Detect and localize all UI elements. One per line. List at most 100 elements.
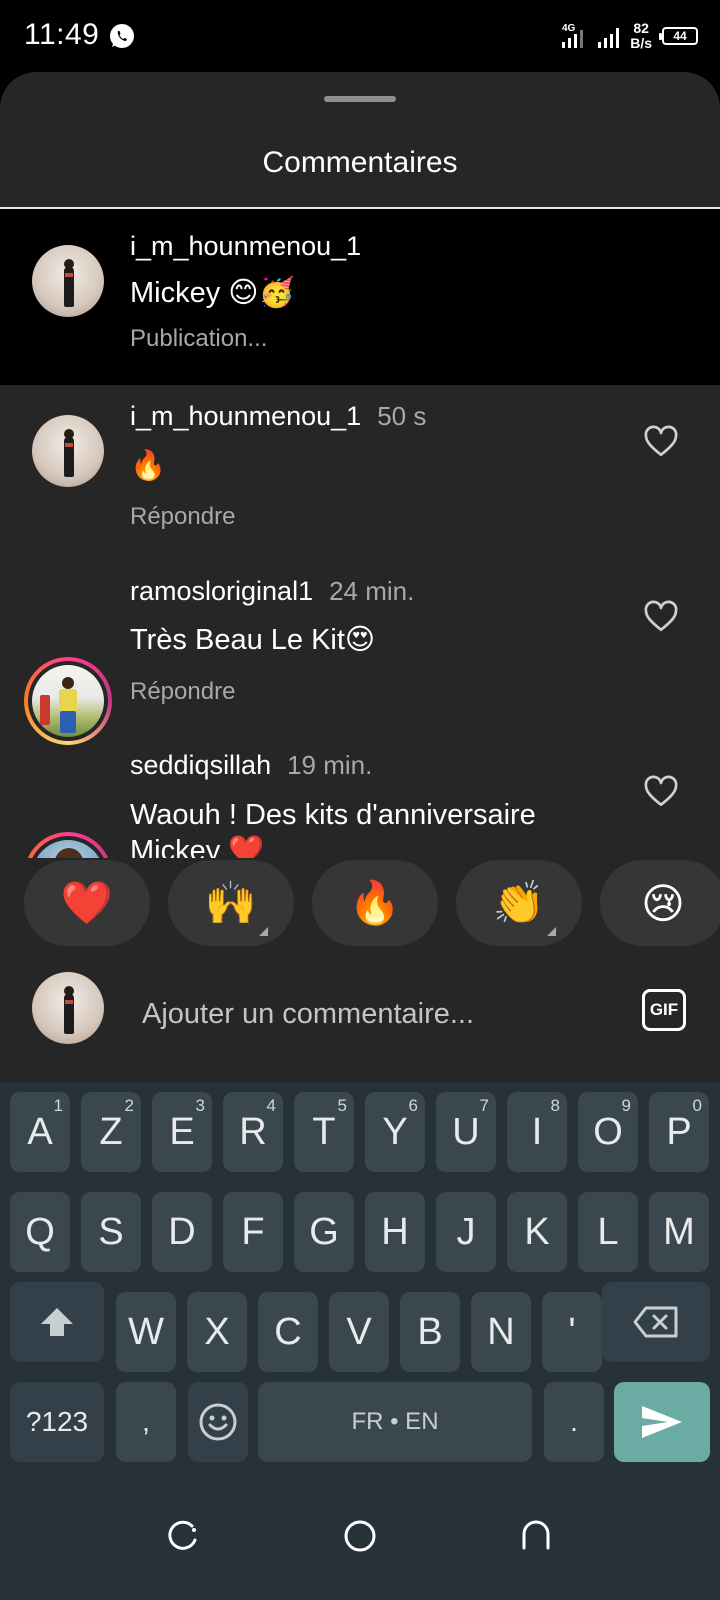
comment-username[interactable]: i_m_hounmenou_1 50 s: [130, 401, 426, 432]
letter-key[interactable]: H: [365, 1192, 425, 1272]
shift-icon: [41, 1308, 73, 1336]
comment-text: Très Beau Le Kit😍: [130, 624, 376, 656]
story-ring[interactable]: [24, 657, 112, 745]
network-type: 4G: [562, 23, 576, 34]
drag-handle[interactable]: [324, 96, 396, 102]
letter-key[interactable]: J: [436, 1192, 496, 1272]
key-number-hint: 9: [621, 1096, 631, 1115]
key-number-hint: 6: [408, 1096, 418, 1115]
letter-key[interactable]: ': [542, 1292, 602, 1372]
smiley-icon: [199, 1403, 237, 1441]
comma-key[interactable]: ,: [116, 1382, 176, 1462]
comment-username[interactable]: seddiqsillah 19 min.: [130, 750, 372, 781]
comment-text: 🔥: [130, 450, 167, 482]
letter-key[interactable]: W: [116, 1292, 176, 1372]
key-label: J: [456, 1210, 476, 1253]
battery-icon: 44: [659, 27, 698, 45]
sheet-title: Commentaires: [262, 146, 458, 179]
system-nav-bar: [0, 1482, 720, 1600]
backspace-key[interactable]: [602, 1282, 710, 1362]
gif-button[interactable]: GIF: [642, 989, 686, 1031]
key-label: U: [452, 1110, 480, 1153]
reply-button[interactable]: Répondre: [130, 678, 235, 706]
reaction-clap[interactable]: 👏: [456, 860, 582, 946]
status-bar: 11:49 4G 82 B/s 44: [0, 0, 720, 72]
key-label: E: [169, 1110, 195, 1153]
like-heart-icon[interactable]: [643, 599, 679, 635]
key-label: Q: [25, 1210, 55, 1253]
avatar[interactable]: [32, 245, 104, 317]
variant-indicator-icon: [259, 927, 268, 936]
key-label: ': [568, 1310, 576, 1353]
emoji-key[interactable]: [188, 1382, 248, 1462]
symbols-key[interactable]: ?123: [10, 1382, 104, 1462]
space-key[interactable]: FR • EN: [258, 1382, 532, 1462]
letter-key[interactable]: O9: [578, 1092, 638, 1172]
key-label: S: [98, 1210, 124, 1253]
backspace-icon: [633, 1306, 678, 1338]
key-label: Z: [99, 1110, 123, 1153]
reaction-raised-hands[interactable]: 🙌: [168, 860, 294, 946]
letter-key[interactable]: Q: [10, 1192, 70, 1272]
shift-key[interactable]: [10, 1282, 104, 1362]
letter-key[interactable]: L: [578, 1192, 638, 1272]
status-time: 11:49: [24, 18, 100, 51]
key-number-hint: 7: [479, 1096, 489, 1115]
letter-key[interactable]: F: [223, 1192, 283, 1272]
key-number-hint: 4: [266, 1096, 276, 1115]
letter-key[interactable]: I8: [507, 1092, 567, 1172]
caption-username[interactable]: i_m_hounmenou_1: [130, 231, 361, 262]
letter-key[interactable]: V: [329, 1292, 389, 1372]
key-label: M: [663, 1210, 695, 1253]
back-icon[interactable]: [516, 1516, 556, 1556]
key-number-hint: 5: [337, 1096, 347, 1115]
home-icon[interactable]: [340, 1516, 380, 1556]
reaction-crying[interactable]: 😢: [600, 860, 720, 946]
letter-key[interactable]: E3: [152, 1092, 212, 1172]
story-ring[interactable]: [24, 832, 112, 858]
letter-key[interactable]: R4: [223, 1092, 283, 1172]
letter-key[interactable]: X: [187, 1292, 247, 1372]
letter-key[interactable]: Y6: [365, 1092, 425, 1172]
letter-key[interactable]: Z2: [81, 1092, 141, 1172]
comment-time: 24 min.: [329, 576, 415, 606]
recent-apps-icon[interactable]: [164, 1516, 204, 1556]
period-key[interactable]: .: [544, 1382, 604, 1462]
letter-key[interactable]: D: [152, 1192, 212, 1272]
letter-key[interactable]: A1: [10, 1092, 70, 1172]
comment-input-row: GIF: [0, 972, 720, 1082]
letter-key[interactable]: N: [471, 1292, 531, 1372]
avatar: [32, 840, 104, 858]
letter-key[interactable]: T5: [294, 1092, 354, 1172]
comment-input[interactable]: [142, 992, 612, 1036]
battery-level: 44: [673, 29, 687, 43]
comment-text: Waouh ! Des kits d'anniversaire Mickey ❤…: [130, 799, 536, 858]
key-number-hint: 0: [692, 1096, 702, 1115]
letter-key[interactable]: S: [81, 1192, 141, 1272]
key-label: B: [417, 1310, 443, 1353]
avatar: [32, 665, 104, 737]
publishing-status: Publication...: [130, 325, 268, 352]
key-label: D: [168, 1210, 196, 1253]
signal-icon: [598, 28, 620, 48]
letter-key[interactable]: P0: [649, 1092, 709, 1172]
comment-username[interactable]: ramosloriginal1 24 min.: [130, 576, 414, 607]
key-label: R: [239, 1110, 267, 1153]
letter-key[interactable]: K: [507, 1192, 567, 1272]
like-heart-icon[interactable]: [643, 424, 679, 460]
letter-key[interactable]: G: [294, 1192, 354, 1272]
reply-button[interactable]: Répondre: [130, 503, 235, 531]
avatar[interactable]: [32, 415, 104, 487]
letter-key[interactable]: M: [649, 1192, 709, 1272]
reaction-heart[interactable]: ❤️: [24, 860, 150, 946]
letter-key[interactable]: U7: [436, 1092, 496, 1172]
send-key[interactable]: [614, 1382, 710, 1462]
comments-list[interactable]: i_m_hounmenou_1 50 s 🔥 Répondre ramoslor…: [0, 385, 720, 858]
key-label: W: [128, 1310, 164, 1353]
letter-key[interactable]: B: [400, 1292, 460, 1372]
like-heart-icon[interactable]: [643, 774, 679, 810]
key-label: T: [312, 1110, 336, 1153]
key-label: G: [309, 1210, 339, 1253]
reaction-fire[interactable]: 🔥: [312, 860, 438, 946]
letter-key[interactable]: C: [258, 1292, 318, 1372]
